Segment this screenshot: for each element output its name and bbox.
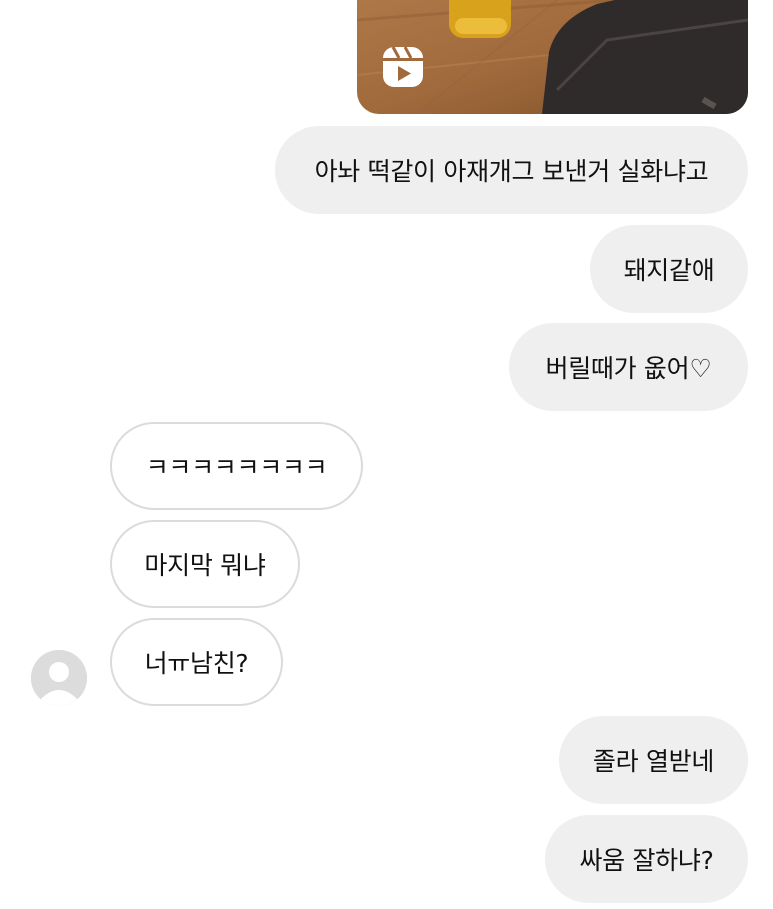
message-outgoing[interactable]: 아놔 떡같이 아재개그 보낸거 실화냐고	[275, 126, 748, 214]
sender-avatar[interactable]	[31, 650, 87, 706]
message-incoming[interactable]: ㅋㅋㅋㅋㅋㅋㅋㅋ	[110, 422, 363, 510]
message-text: 너ㅠ남친?	[144, 649, 249, 678]
message-incoming[interactable]: 너ㅠ남친?	[110, 618, 283, 706]
message-text: 돼지같애	[623, 256, 715, 285]
message-outgoing[interactable]: 싸움 잘하냐?	[545, 815, 748, 903]
reels-icon	[380, 44, 426, 90]
message-text: 마지막 뭐냐	[144, 551, 266, 580]
message-text: 버릴때가 옶어♡	[545, 354, 712, 383]
message-text: 아놔 떡같이 아재개그 보낸거 실화냐고	[314, 157, 709, 186]
message-incoming[interactable]: 마지막 뭐냐	[110, 520, 300, 608]
default-profile-avatar-icon	[31, 650, 87, 706]
message-text: ㅋㅋㅋㅋㅋㅋㅋㅋ	[145, 453, 328, 482]
message-outgoing[interactable]: 버릴때가 옶어♡	[509, 323, 748, 411]
message-text: 싸움 잘하냐?	[579, 846, 714, 875]
message-outgoing[interactable]: 졸라 열받네	[559, 716, 748, 804]
message-text: 졸라 열받네	[592, 747, 715, 776]
message-outgoing[interactable]: 돼지같애	[590, 225, 748, 313]
